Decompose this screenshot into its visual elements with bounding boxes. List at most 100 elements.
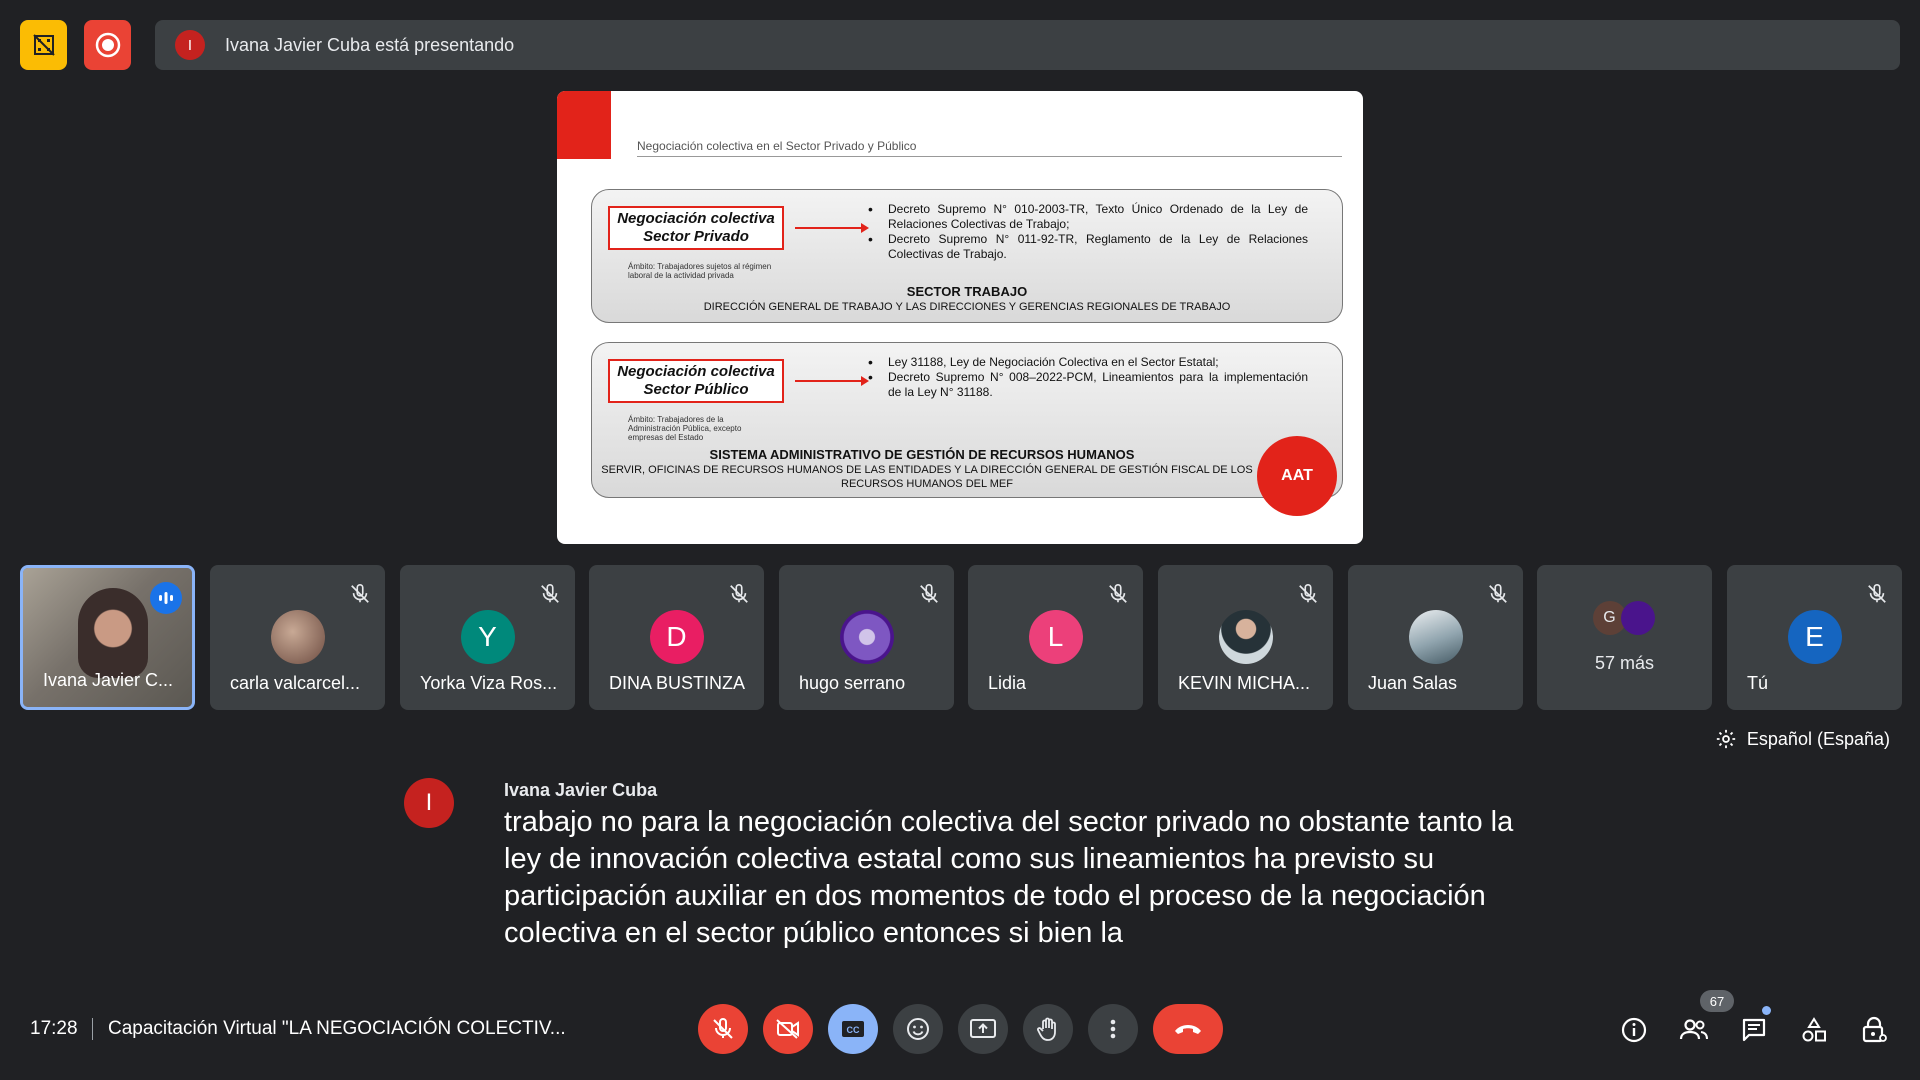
slide-red-block: [557, 91, 611, 159]
slide-box-public: Negociación colectiva Sector Público Ámb…: [591, 342, 1343, 498]
mic-off-icon: [1868, 584, 1886, 603]
participant-tile-yorka[interactable]: Y Yorka Viza Ros...: [400, 565, 575, 710]
participant-name: Ivana Javier C...: [43, 670, 174, 690]
ambito-private: Ámbito: Trabajadores sujetos al régimen …: [628, 262, 772, 280]
hang-up-icon: [1175, 1025, 1201, 1034]
tag-private-line1: Negociación colectiva: [617, 210, 775, 227]
participant-tile-ivana[interactable]: Ivana Javier C...: [20, 565, 195, 710]
meeting-details-button[interactable]: [1618, 1014, 1650, 1046]
lock-person-icon: [1862, 1016, 1887, 1043]
participant-tile-dina[interactable]: D DINA BUSTINZA: [589, 565, 764, 710]
bullet-item: Decreto Supremo N° 010-2003-TR, Texto Ún…: [868, 202, 1308, 232]
mic-off-icon: [920, 584, 938, 603]
bullets-public: Ley 31188, Ley de Negociación Colectiva …: [868, 355, 1308, 400]
activities-button[interactable]: [1798, 1014, 1830, 1046]
film-off-icon: [32, 34, 55, 56]
reactions-button[interactable]: [893, 1004, 943, 1054]
participant-name: Lidia: [988, 673, 1027, 693]
participant-avatar: E: [1787, 610, 1842, 664]
more-participants-label: 57 más: [1594, 653, 1655, 673]
more-avatars: G: [1592, 601, 1655, 635]
leave-call-button[interactable]: [1153, 1004, 1223, 1054]
participant-name: Tú: [1747, 673, 1769, 693]
participant-avatar: [1218, 610, 1273, 664]
box-subtitle-private: DIRECCIÓN GENERAL DE TRABAJO Y LAS DIREC…: [703, 301, 1231, 313]
participant-tile-kevin[interactable]: KEVIN MICHA...: [1158, 565, 1333, 710]
people-button[interactable]: [1678, 1014, 1710, 1046]
participant-name: carla valcarcel...: [230, 673, 361, 693]
chat-icon: [1742, 1018, 1766, 1042]
presenting-banner: I Ivana Javier Cuba está presentando: [155, 20, 1900, 70]
participant-name: DINA BUSTINZA: [609, 673, 746, 693]
closed-captions-icon: CC: [842, 1021, 864, 1037]
participant-tile-juan[interactable]: Juan Salas: [1348, 565, 1523, 710]
bullet-item: Ley 31188, Ley de Negociación Colectiva …: [868, 355, 1308, 370]
hand-icon: [1037, 1017, 1056, 1041]
participant-tile-carla[interactable]: carla valcarcel...: [210, 565, 385, 710]
shapes-icon: [1802, 1017, 1826, 1042]
recording-off-button[interactable]: [20, 20, 67, 70]
chat-button[interactable]: [1738, 1014, 1770, 1046]
present-screen-button[interactable]: [958, 1004, 1008, 1054]
participant-name: Yorka Viza Ros...: [420, 673, 558, 693]
participant-name: KEVIN MICHA...: [1178, 673, 1311, 693]
host-controls-button[interactable]: [1858, 1014, 1890, 1046]
mic-off-icon: [713, 1018, 733, 1039]
tag-public-line2: Sector Público: [643, 381, 749, 398]
caption-text: trabajo no para la negociación colectiva…: [504, 806, 1514, 949]
presenter-avatar: I: [175, 30, 205, 60]
slide-box-private: Negociación colectiva Sector Privado Ámb…: [591, 189, 1343, 323]
camera-off-icon: [776, 1019, 799, 1039]
caption-language: Español (España): [1746, 728, 1890, 749]
more-vert-icon: [1110, 1019, 1116, 1039]
caption-speaker-avatar: I: [404, 778, 454, 828]
box-subtitle-public: SERVIR, OFICINAS DE RECURSOS HUMANOS DE …: [601, 464, 1253, 490]
participants-count-badge: 67: [1700, 990, 1734, 1012]
participant-avatar: [839, 610, 894, 664]
mic-off-icon: [730, 584, 748, 603]
participant-avatar: [1620, 601, 1655, 635]
recording-button[interactable]: [84, 20, 131, 70]
participant-tile-lidia[interactable]: L Lidia: [968, 565, 1143, 710]
participant-face: [78, 588, 148, 678]
tag-public-line1: Negociación colectiva: [617, 363, 775, 380]
bullet-item: Decreto Supremo N° 008–2022-PCM, Lineami…: [868, 370, 1308, 400]
emoji-icon: [907, 1018, 929, 1040]
aat-logo: AAT: [1257, 436, 1337, 516]
present-icon: [970, 1019, 996, 1038]
participant-tile-hugo[interactable]: hugo serrano: [779, 565, 954, 710]
participant-avatar: [270, 610, 325, 664]
mic-off-icon: [351, 584, 369, 603]
speaking-icon: [150, 582, 182, 614]
captions-button[interactable]: CC: [828, 1004, 878, 1054]
participant-tile-more[interactable]: G 57 más: [1537, 565, 1712, 710]
participant-tile-self[interactable]: E Tú: [1727, 565, 1902, 710]
bullets-private: Decreto Supremo N° 010-2003-TR, Texto Ún…: [868, 202, 1308, 262]
slide-header: Negociación colectiva en el Sector Priva…: [637, 139, 1342, 157]
more-options-button[interactable]: [1088, 1004, 1138, 1054]
record-icon: [95, 32, 120, 58]
shared-slide: Negociación colectiva en el Sector Priva…: [557, 91, 1363, 544]
participant-avatar: [1408, 610, 1463, 664]
tag-public: Negociación colectiva Sector Público: [608, 359, 784, 403]
presenting-text: Ivana Javier Cuba está presentando: [225, 34, 515, 55]
info-icon: [1621, 1017, 1647, 1043]
divider: [92, 1018, 93, 1040]
clock: 17:28: [30, 1018, 78, 1039]
svg-text:CC: CC: [847, 1025, 860, 1035]
mic-off-icon: [541, 584, 559, 603]
participant-name: hugo serrano: [799, 673, 906, 693]
arrow-icon: [795, 376, 869, 386]
camera-toggle-button[interactable]: [763, 1004, 813, 1054]
microphone-toggle-button[interactable]: [698, 1004, 748, 1054]
participant-avatar: D: [649, 610, 704, 664]
caption-speaker-name: Ivana Javier Cuba: [504, 780, 658, 800]
mic-off-icon: [1489, 584, 1507, 603]
raise-hand-button[interactable]: [1023, 1004, 1073, 1054]
bullet-item: Decreto Supremo N° 011-92-TR, Reglamento…: [868, 232, 1308, 262]
caption-language-selector[interactable]: Español (España): [1715, 728, 1890, 750]
meeting-title: Capacitación Virtual "LA NEGOCIACIÓN COL…: [108, 1018, 566, 1039]
people-icon: [1679, 1019, 1708, 1040]
tag-private: Negociación colectiva Sector Privado: [608, 206, 784, 250]
participant-name: Juan Salas: [1368, 673, 1458, 693]
